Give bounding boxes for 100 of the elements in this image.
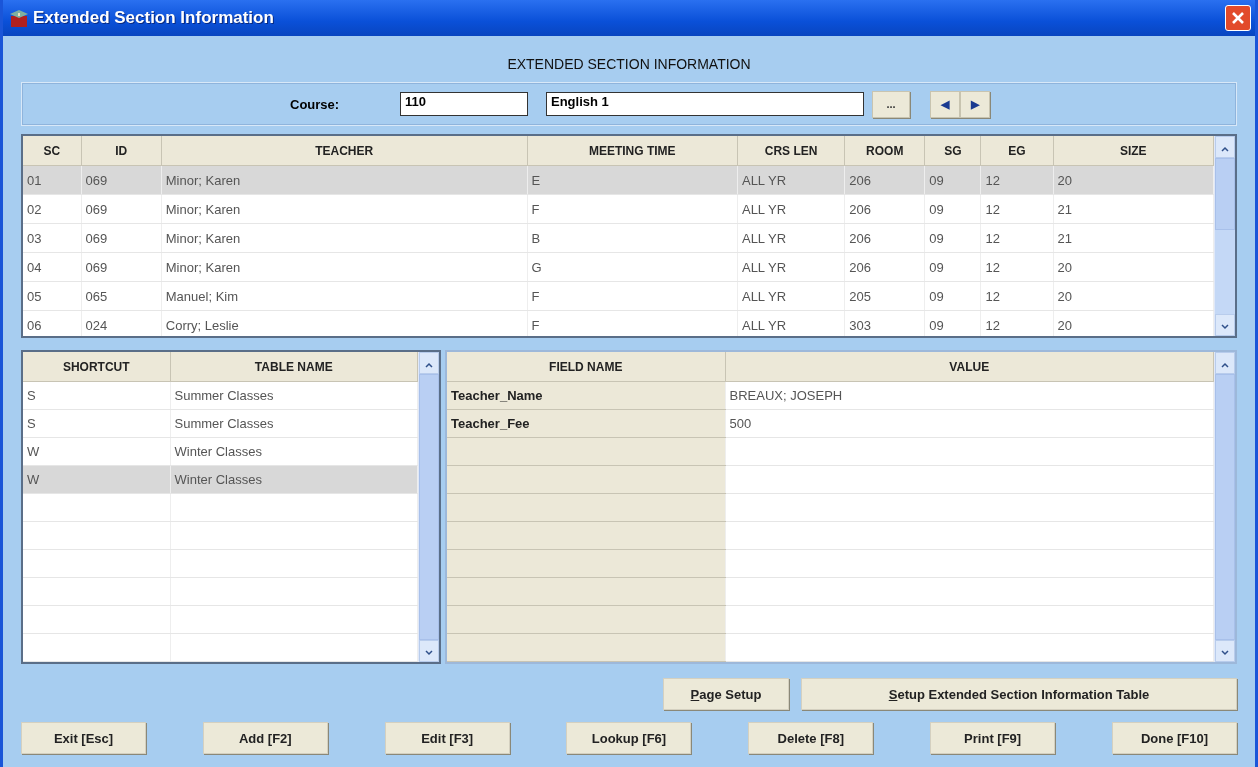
scroll-thumb[interactable]: [419, 374, 439, 640]
scroll-thumb[interactable]: [1215, 374, 1235, 640]
table-cell: ALL YR: [737, 252, 845, 282]
scroll-down-button[interactable]: [1215, 314, 1235, 336]
scroll-thumb[interactable]: [1215, 158, 1235, 230]
table-cell: 12: [980, 223, 1054, 253]
column-header[interactable]: TEACHER: [161, 136, 528, 166]
column-header[interactable]: ROOM: [844, 136, 925, 166]
table-cell: 069: [81, 194, 162, 224]
table-cell: 12: [980, 194, 1054, 224]
table-row[interactable]: S Summer Classes: [23, 381, 418, 410]
table-cell: 09: [924, 165, 981, 195]
table-cell: W: [23, 437, 170, 466]
table-row[interactable]: W Winter Classes: [23, 465, 418, 494]
table-cell: 20: [1053, 165, 1214, 195]
next-button[interactable]: ▶: [960, 90, 990, 118]
table-cell: 500: [725, 409, 1214, 438]
table-cell: 206: [844, 165, 925, 195]
action-button[interactable]: Edit [F3]: [384, 722, 510, 754]
chevron-up-icon: [1221, 362, 1229, 368]
column-header[interactable]: SHORTCUT: [23, 352, 170, 382]
scroll-down-button[interactable]: [419, 640, 439, 662]
scrollbar[interactable]: [1214, 136, 1235, 336]
close-button[interactable]: [1225, 5, 1251, 31]
column-header[interactable]: TABLE NAME: [170, 352, 418, 382]
column-header[interactable]: SIZE: [1053, 136, 1214, 166]
course-name-field[interactable]: English 1: [546, 92, 864, 116]
column-header[interactable]: EG: [980, 136, 1054, 166]
table-cell: 02: [23, 194, 82, 224]
table-cell: Minor; Karen: [161, 165, 528, 195]
table-cell: 09: [924, 223, 981, 253]
course-label: Course:: [290, 96, 341, 112]
chevron-down-icon: [1221, 650, 1229, 656]
column-header[interactable]: CRS LEN: [737, 136, 845, 166]
page-setup-button[interactable]: Page Setup: [663, 678, 789, 710]
table-cell: ALL YR: [737, 165, 845, 195]
setup-table-button[interactable]: Setup Extended Section Information Table: [801, 678, 1237, 710]
table-cell: 303: [844, 310, 925, 336]
scrollbar[interactable]: [1214, 352, 1235, 662]
table-row[interactable]: 01 069 Minor; Karen E ALL YR 206 09 12 20: [23, 165, 1214, 195]
action-button[interactable]: Add [F2]: [202, 722, 328, 754]
table-cell: 206: [844, 194, 925, 224]
table-cell: 09: [924, 281, 981, 311]
table-row[interactable]: 06 024 Corry; Leslie F ALL YR 303 09 12 20: [23, 310, 1214, 336]
table-row[interactable]: S Summer Classes: [23, 409, 418, 438]
column-header[interactable]: MEETING TIME: [527, 136, 738, 166]
table-cell: 04: [23, 252, 82, 282]
table-cell: ALL YR: [737, 194, 845, 224]
table-cell: Summer Classes: [170, 381, 418, 410]
scroll-down-button[interactable]: [1215, 640, 1235, 662]
table-cell: 01: [23, 165, 82, 195]
table-cell: Corry; Leslie: [161, 310, 528, 336]
window-title: Extended Section Information: [33, 8, 275, 28]
course-code-field[interactable]: 110: [400, 92, 528, 116]
table-row[interactable]: 03 069 Minor; Karen B ALL YR 206 09 12 21: [23, 223, 1214, 253]
table-cell: 06: [23, 310, 82, 336]
action-button[interactable]: Exit [Esc]: [21, 722, 146, 754]
table-cell: ALL YR: [737, 223, 845, 253]
table-cell: 12: [980, 165, 1054, 195]
table-cell: Summer Classes: [170, 409, 418, 438]
column-header[interactable]: VALUE: [725, 352, 1214, 382]
table-cell: 09: [924, 310, 981, 336]
action-button[interactable]: Done [F10]: [1111, 722, 1237, 754]
action-button[interactable]: Print [F9]: [930, 722, 1056, 754]
table-cell: 206: [844, 223, 925, 253]
table-cell: 12: [980, 252, 1054, 282]
column-header[interactable]: ID: [81, 136, 162, 166]
table-cell: 09: [924, 252, 981, 282]
close-icon: [1231, 11, 1245, 25]
browse-button[interactable]: ...: [872, 90, 910, 118]
table-cell: S: [23, 409, 170, 438]
table-cell: 205: [844, 281, 925, 311]
table-cell: B: [527, 223, 738, 253]
table-row[interactable]: 02 069 Minor; Karen F ALL YR 206 09 12 21: [23, 194, 1214, 224]
previous-button[interactable]: ◀: [930, 90, 960, 118]
column-header[interactable]: FIELD NAME: [447, 352, 725, 382]
action-button[interactable]: Lookup [F6]: [566, 722, 692, 754]
scroll-up-button[interactable]: [1215, 136, 1235, 158]
table-cell: 21: [1053, 194, 1214, 224]
table-row[interactable]: 05 065 Manuel; Kim F ALL YR 205 09 12 20: [23, 281, 1214, 311]
scroll-up-button[interactable]: [1215, 352, 1235, 374]
table-cell: 20: [1053, 281, 1214, 311]
column-header[interactable]: SG: [924, 136, 981, 166]
table-row[interactable]: 04 069 Minor; Karen G ALL YR 206 09 12 20: [23, 252, 1214, 282]
chevron-down-icon: [1221, 324, 1229, 330]
table-cell: S: [23, 381, 170, 410]
action-button[interactable]: Delete [F8]: [748, 722, 874, 754]
column-header[interactable]: SC: [23, 136, 82, 166]
table-cell: 206: [844, 252, 925, 282]
scroll-up-button[interactable]: [419, 352, 439, 374]
table-cell: BREAUX; JOSEPH: [725, 381, 1214, 410]
scrollbar[interactable]: [418, 352, 439, 662]
table-cell: Minor; Karen: [161, 223, 528, 253]
table-cell: Minor; Karen: [161, 194, 528, 224]
table-cell: 09: [924, 194, 981, 224]
table-cell: W: [23, 465, 170, 494]
cap-icon: [9, 8, 29, 28]
table-row[interactable]: W Winter Classes: [23, 437, 418, 466]
table-cell: Winter Classes: [170, 437, 418, 466]
table-cell: 069: [81, 252, 162, 282]
